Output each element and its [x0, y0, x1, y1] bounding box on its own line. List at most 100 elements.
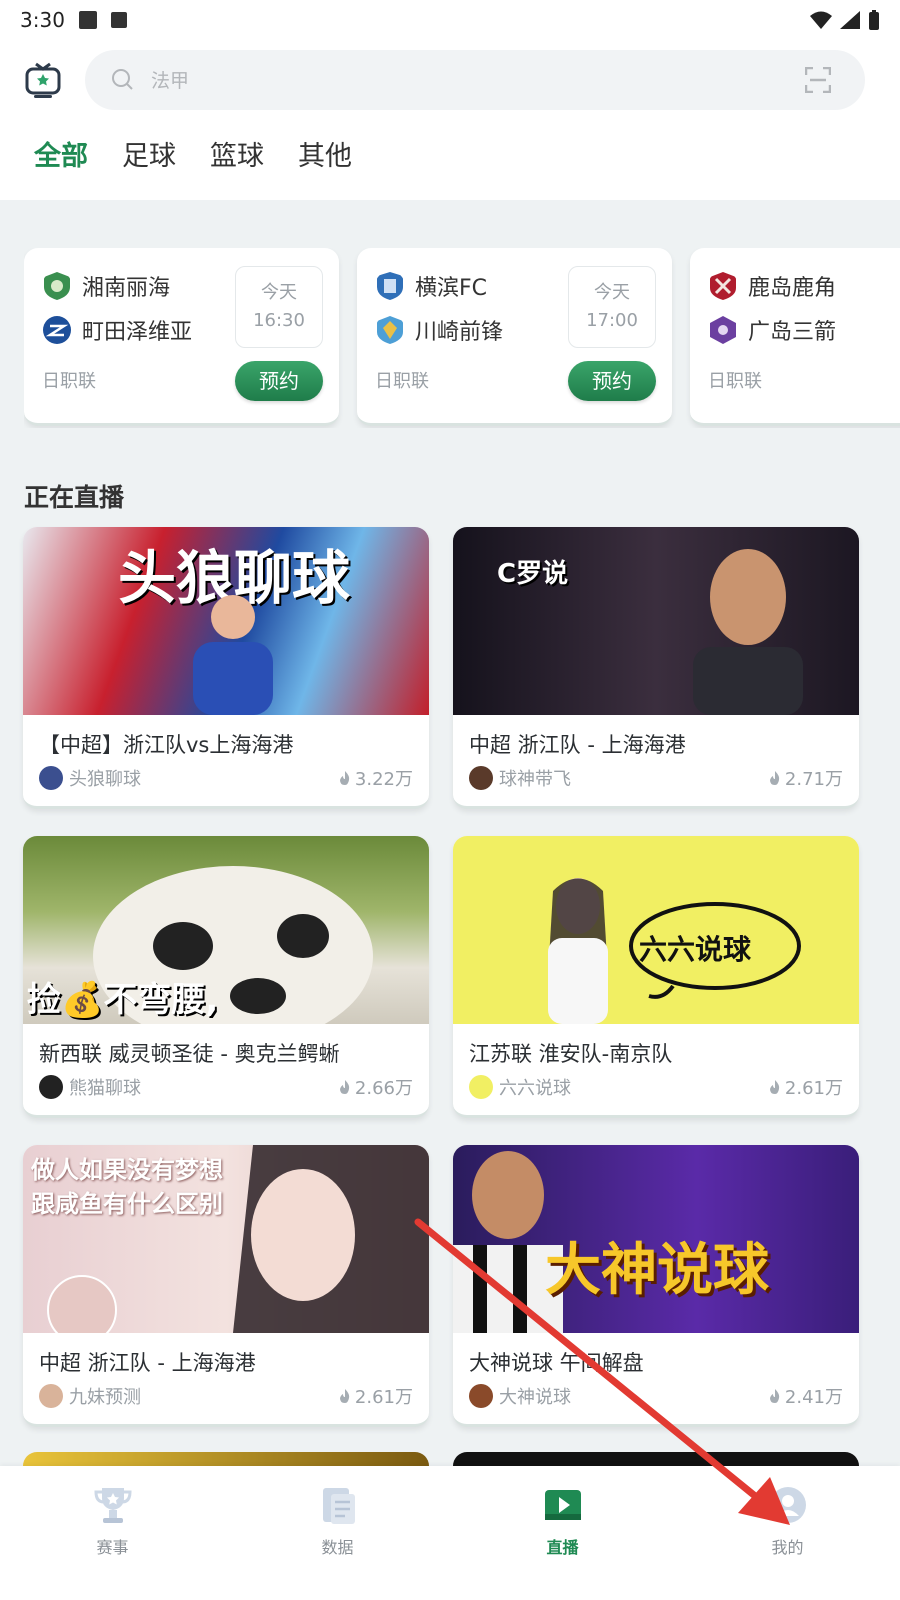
away-team-name: 川崎前锋: [415, 320, 504, 345]
tab-all[interactable]: 全部: [34, 134, 88, 181]
tab-football[interactable]: 足球: [122, 134, 176, 181]
avatar-circle: [47, 1275, 117, 1333]
nav-data[interactable]: 数据: [225, 1466, 450, 1600]
view-count-value: 2.71万: [784, 769, 843, 790]
yokohama-crest-icon: [377, 272, 403, 300]
streamer-name: 六六说球: [499, 1078, 571, 1099]
streamer-info: 大神说球: [469, 1383, 571, 1409]
nav-events[interactable]: 赛事: [0, 1466, 225, 1600]
live-title: 【中超】浙江队vs上海海港: [39, 733, 294, 757]
status-time: 3:30: [20, 8, 65, 32]
view-count: 3.22万: [339, 765, 413, 791]
search-input[interactable]: [149, 62, 773, 100]
live-title: 中超 浙江队 - 上海海港: [39, 1351, 256, 1375]
goalkeeper-figure: [193, 595, 273, 715]
flame-icon: [339, 771, 350, 785]
away-team-name: 广岛三箭: [748, 320, 837, 345]
presenter-figure: [548, 878, 608, 1024]
view-count-value: 2.61万: [784, 1078, 843, 1099]
match-card[interactable]: 湘南丽海 町田泽维亚 今天 16:30 日职联 预约: [24, 248, 339, 426]
streamer-name: 头狼聊球: [69, 769, 141, 790]
live-thumbnail[interactable]: 头狼聊球: [23, 527, 429, 715]
live-title: 江苏联 淮安队-南京队: [469, 1042, 673, 1066]
a-icon: [110, 12, 127, 28]
home-team: 湘南丽海: [42, 270, 170, 302]
match-time-box: 今天 16:30: [235, 266, 323, 348]
streamer-name: 球神带飞: [499, 769, 571, 790]
home-team-name: 湘南丽海: [82, 276, 171, 301]
book-button[interactable]: 预约: [235, 361, 323, 401]
view-count: 2.41万: [769, 1383, 843, 1409]
home-team: 鹿岛鹿角: [708, 270, 836, 302]
away-team-name: 町田泽维亚: [82, 320, 193, 345]
tab-other[interactable]: 其他: [298, 134, 352, 181]
section-title-live: 正在直播: [24, 483, 125, 512]
live-card[interactable]: 捡💰不弯腰, 新西联 威灵顿圣徒 - 奥克兰鳄蜥 熊猫聊球 2.66万: [23, 836, 429, 1118]
live-title: 中超 浙江队 - 上海海港: [469, 733, 686, 757]
live-thumbnail[interactable]: 捡💰不弯腰,: [23, 836, 429, 1024]
match-carousel[interactable]: 湘南丽海 町田泽维亚 今天 16:30 日职联 预约 横滨FC 川崎前锋 今天 …: [24, 248, 900, 428]
live-thumbnail[interactable]: 大神说球: [453, 1145, 859, 1333]
league-label: 日职联: [42, 371, 96, 392]
home-team: 横滨FC: [375, 270, 487, 302]
live-title: 大神说球 午间解盘: [469, 1351, 644, 1375]
match-card[interactable]: 横滨FC 川崎前锋 今天 17:00 日职联 预约: [357, 248, 672, 426]
match-day: 今天: [594, 282, 630, 303]
live-card[interactable]: C罗说 中超 浙江队 - 上海海港 球神带飞 2.71万: [453, 527, 859, 809]
home-team-name: 横滨FC: [415, 276, 488, 301]
flame-icon: [769, 771, 780, 785]
streamer-avatar: [39, 1075, 63, 1099]
live-card[interactable]: 做人如果没有梦想 跟咸鱼有什么区别 中超 浙江队 - 上海海港 九妹预测 2.6…: [23, 1145, 429, 1427]
streamer-name: 大神说球: [499, 1387, 571, 1408]
portrait-figure: [233, 1145, 429, 1333]
streamer-info: 头狼聊球: [39, 765, 141, 791]
category-tabs: 全部 足球 篮球 其他: [34, 134, 352, 181]
match-time: 17:00: [586, 310, 638, 331]
streamer-avatar: [469, 766, 493, 790]
bottom-nav: 赛事 数据 直播 我的: [0, 1466, 900, 1600]
match-card[interactable]: 鹿岛鹿角 广岛三箭 日职联: [690, 248, 900, 426]
streamer-avatar: [469, 1075, 493, 1099]
signal-icon: [840, 11, 860, 29]
scan-icon[interactable]: [805, 67, 831, 93]
view-count: 2.71万: [769, 765, 843, 791]
kawasaki-crest-icon: [377, 316, 403, 344]
live-card[interactable]: 六六说球 江苏联 淮安队-南京队 六六说球 2.61万: [453, 836, 859, 1118]
book-button[interactable]: 预约: [568, 361, 656, 401]
tab-basketball[interactable]: 篮球: [210, 134, 264, 181]
thumbnail-overlay-text: 六六说球: [639, 933, 752, 966]
view-count-value: 2.61万: [354, 1387, 413, 1408]
match-time-box: 今天 17:00: [568, 266, 656, 348]
thumbnail-overlay-text: C罗说: [497, 559, 569, 589]
match-day: 今天: [261, 282, 297, 303]
nav-live[interactable]: 直播: [450, 1466, 675, 1600]
view-count-value: 3.22万: [354, 769, 413, 790]
profile-icon: [769, 1487, 806, 1523]
nav-events-label: 赛事: [96, 1538, 129, 1557]
thumbnail-overlay-text: 大神说球: [545, 1238, 769, 1303]
thumbnail-overlay-text: 捡💰不弯腰,: [27, 980, 219, 1020]
away-team: 广岛三箭: [708, 314, 836, 346]
streamer-avatar: [469, 1384, 493, 1408]
flame-icon: [339, 1389, 350, 1403]
search-bar[interactable]: [85, 50, 865, 110]
view-count: 2.66万: [339, 1074, 413, 1100]
view-count-value: 2.66万: [354, 1078, 413, 1099]
away-team: 川崎前锋: [375, 314, 503, 346]
live-thumbnail[interactable]: 六六说球: [453, 836, 859, 1024]
league-label: 日职联: [708, 371, 762, 392]
wifi-icon: [810, 11, 832, 29]
live-card[interactable]: 头狼聊球 【中超】浙江队vs上海海港 头狼聊球 3.22万: [23, 527, 429, 809]
top-bar: 全部 足球 篮球 其他: [0, 40, 900, 200]
live-thumbnail[interactable]: 做人如果没有梦想 跟咸鱼有什么区别: [23, 1145, 429, 1333]
live-thumbnail[interactable]: C罗说: [453, 527, 859, 715]
tv-icon[interactable]: [24, 62, 62, 100]
nav-data-label: 数据: [321, 1538, 354, 1557]
data-icon: [322, 1488, 355, 1524]
streamer-name: 九妹预测: [69, 1387, 141, 1408]
away-team: 町田泽维亚: [42, 314, 192, 346]
nav-profile[interactable]: 我的: [675, 1466, 900, 1600]
view-count: 2.61万: [769, 1074, 843, 1100]
live-card[interactable]: 大神说球 大神说球 午间解盘 大神说球 2.41万: [453, 1145, 859, 1427]
live-title: 新西联 威灵顿圣徒 - 奥克兰鳄蜥: [39, 1042, 340, 1066]
